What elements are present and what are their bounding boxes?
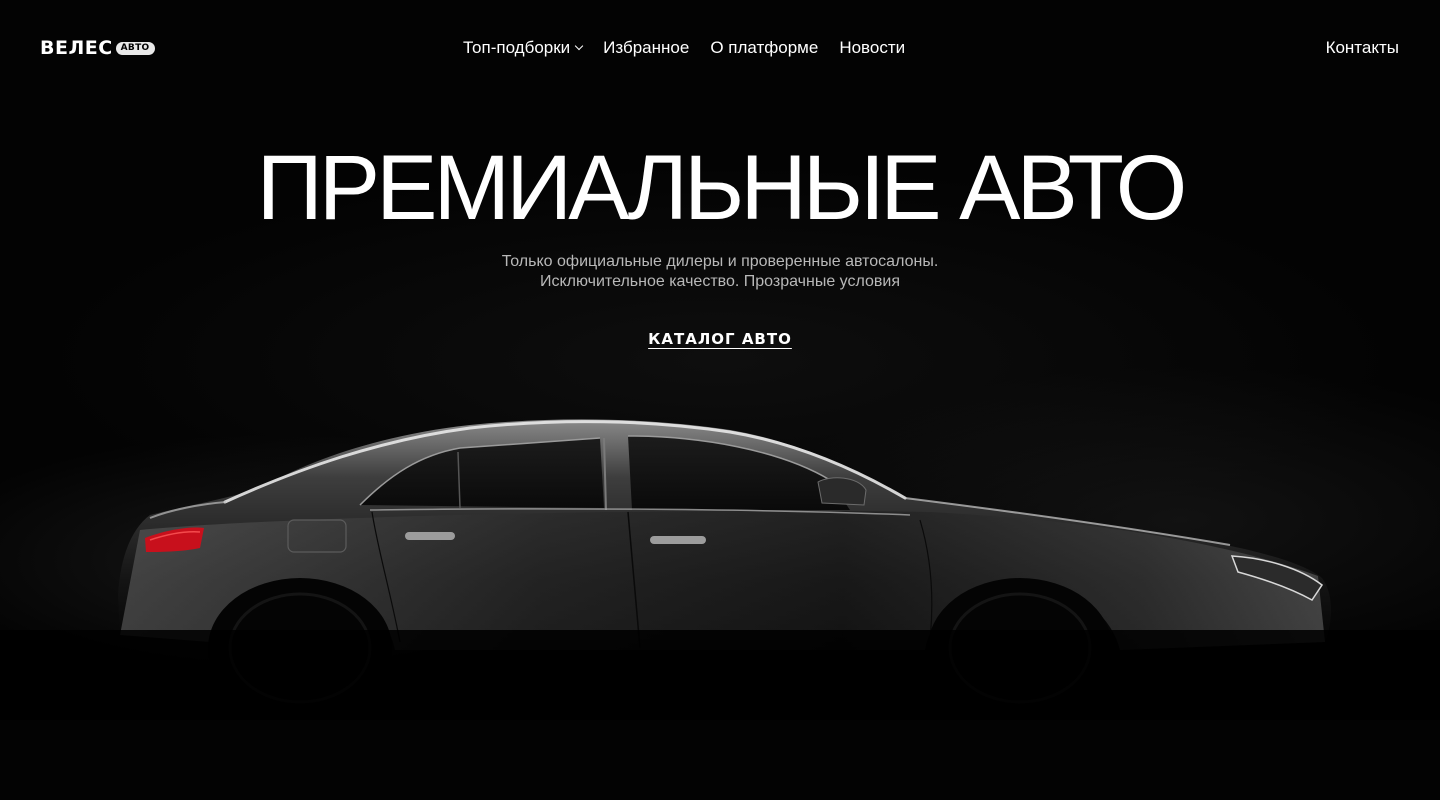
logo[interactable]: ВЕЛЕС АВТО — [40, 38, 155, 58]
nav-item-label: Новости — [839, 38, 906, 57]
chevron-down-icon — [574, 41, 584, 51]
nav-item-label: О платформе — [710, 38, 819, 57]
nav-item-label: Избранное — [603, 38, 690, 57]
hero-subtitle-line-2: Исключительное качество. Прозрачные усло… — [539, 273, 901, 290]
hero-subtitle-line-1: Только официальные дилеры и проверенные … — [501, 253, 939, 270]
logo-text: ВЕЛЕС — [40, 37, 113, 59]
nav-item-favorites[interactable]: Избранное — [603, 38, 689, 58]
site-header: ВЕЛЕС АВТО Топ-подборки Избранное О плат… — [0, 0, 1440, 96]
hero-title: ПРЕМИАЛЬНЫЕ АВТО — [256, 137, 1188, 239]
hero-subtitle: Только официальные дилеры и проверенные … — [0, 252, 1440, 292]
contacts-link[interactable]: Контакты — [1326, 38, 1399, 58]
nav-item-about[interactable]: О платформе — [710, 38, 818, 58]
logo-badge: АВТО — [115, 41, 155, 55]
main-nav: Топ-подборки Избранное О платформе Новос… — [463, 38, 905, 58]
car-image — [0, 419, 1440, 720]
nav-item-top-picks[interactable]: Топ-подборки — [463, 38, 584, 58]
catalog-button[interactable]: КАТАЛОГ АВТО — [648, 330, 792, 348]
nav-item-news[interactable]: Новости — [839, 38, 905, 58]
nav-item-label: Топ-подборки — [463, 38, 571, 57]
cta-wrapper: КАТАЛОГ АВТО — [0, 330, 1440, 349]
